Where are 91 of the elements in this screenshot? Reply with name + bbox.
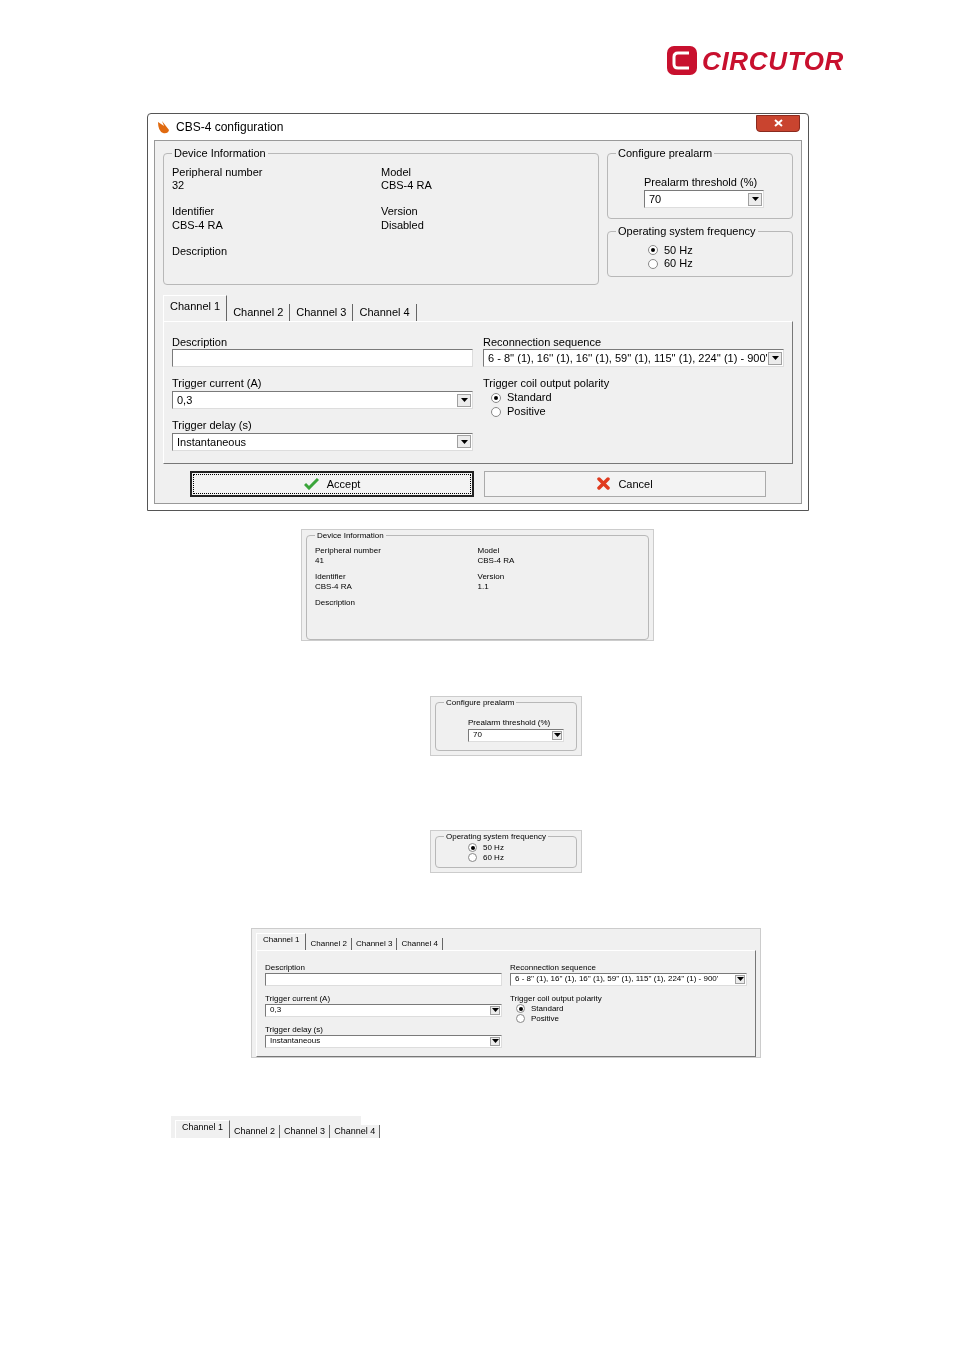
field-label: Trigger coil output polarity [483, 377, 611, 391]
field-label: Reconnection sequence [510, 962, 597, 973]
caret-icon [491, 1008, 499, 1013]
tab[interactable]: Channel 1 [256, 932, 307, 950]
radio-label: 60 Hz [664, 257, 693, 271]
field-label: Trigger current (A) [172, 377, 263, 391]
caret-icon [771, 356, 779, 361]
group-title: Device Information [316, 529, 385, 542]
field-label: Description [265, 962, 306, 973]
dropdown-button[interactable] [768, 351, 782, 365]
input-field[interactable] [265, 972, 502, 986]
caret-icon [553, 733, 561, 738]
radio-button[interactable] [468, 843, 477, 853]
field-value: CBS-4 RA [172, 218, 224, 233]
field-label: Prealarm threshold (%) [468, 716, 552, 729]
cancel-button[interactable]: Cancel [484, 470, 766, 497]
dropdown-field[interactable]: Instantaneous [172, 432, 473, 451]
radio-label: Positive [531, 1013, 559, 1024]
flame-icon [156, 120, 170, 134]
field-label: Trigger delay (s) [265, 1024, 324, 1035]
dropdown-button[interactable] [490, 1036, 500, 1046]
field-label: Version [381, 205, 419, 219]
field-label: Description [172, 244, 229, 259]
field-value: 32 [172, 179, 186, 193]
input-field[interactable] [172, 349, 473, 368]
caret-icon [491, 1039, 499, 1044]
dropdown-field[interactable]: 6 - 8'' (1), 16'' (1), 16'' (1), 59'' (1), 115'' (1), 224'' (1) - 900' [510, 972, 747, 986]
dropdown-field[interactable]: 6 - 8'' (1), 16'' (1), 16'' (1), 59'' (1), 115'' (1), 224'' (1) - 900' [483, 349, 784, 368]
dropdown-field[interactable]: 0,3 [172, 391, 473, 409]
radio-button[interactable] [516, 1004, 525, 1014]
field-label: Description [172, 335, 229, 350]
field-label: Model [477, 545, 501, 556]
field-label: Trigger coil output polarity [510, 993, 603, 1004]
radio-label: 60 Hz [483, 852, 504, 863]
field-value: 41 [315, 555, 325, 566]
caret-icon [751, 197, 759, 201]
group-title: Device Information [173, 146, 267, 161]
caret-icon [460, 439, 468, 444]
radio-label: 50 Hz [483, 842, 504, 853]
field-label: Trigger delay (s) [172, 419, 253, 433]
group-title: Operating system frequency [617, 224, 757, 239]
dropdown-field[interactable]: 0,3 [265, 1003, 502, 1017]
window-title: CBS-4 configuration [176, 119, 284, 136]
field-label: Peripheral number [172, 165, 264, 180]
caret-icon [736, 977, 744, 982]
dropdown-field[interactable]: Instantaneous [265, 1034, 502, 1048]
caret-icon [460, 398, 468, 402]
x-mark-icon [597, 477, 611, 491]
dropdown-field[interactable]: 70 [468, 728, 564, 742]
dropdown-button[interactable] [457, 393, 471, 407]
field-label: Description [315, 597, 356, 608]
checkmark-icon [303, 477, 319, 490]
radio-button[interactable] [648, 259, 658, 270]
radio-button[interactable] [491, 392, 501, 403]
field-label: Reconnection sequence [483, 335, 603, 350]
radio-label: Standard [507, 391, 552, 405]
close-icon [773, 119, 783, 127]
radio-label: Positive [507, 404, 546, 419]
radio-label: Standard [531, 1003, 564, 1014]
dropdown-button[interactable] [457, 435, 471, 449]
field-label: Peripheral number [315, 545, 382, 556]
field-label: Model [381, 165, 412, 180]
dropdown-button[interactable] [552, 730, 562, 740]
radio-label: 50 Hz [664, 243, 693, 258]
logo-icon [666, 45, 699, 76]
group-title: Configure prealarm [617, 146, 714, 161]
dropdown-field[interactable]: 70 [644, 190, 764, 208]
dropdown-button[interactable] [748, 192, 762, 206]
group-title: Configure prealarm [445, 696, 516, 709]
field-label: Prealarm threshold (%) [644, 174, 759, 190]
close-button[interactable] [756, 114, 800, 132]
accept-button[interactable]: Accept [190, 470, 474, 497]
radio-button[interactable] [516, 1014, 525, 1024]
radio-button[interactable] [468, 853, 477, 863]
group-title: Operating system frequency [445, 830, 548, 843]
field-value: Disabled [381, 218, 425, 233]
field-label: Identifier [315, 571, 347, 582]
field-label: Identifier [172, 205, 216, 219]
field-label: Trigger current (A) [265, 993, 332, 1004]
radio-button[interactable] [491, 406, 501, 417]
field-label: Version [477, 571, 506, 582]
field-value: 1.1 [477, 581, 490, 592]
field-value: CBS-4 RA [477, 555, 516, 566]
dropdown-button[interactable] [490, 1005, 500, 1015]
field-value: CBS-4 RA [315, 581, 353, 592]
tab[interactable]: Channel 1 [175, 1119, 231, 1139]
logo-text: CIRCUTOR [702, 47, 844, 74]
tab[interactable]: Channel 1 [163, 295, 228, 321]
field-value: CBS-4 RA [381, 179, 433, 193]
dropdown-button[interactable] [735, 974, 745, 984]
radio-button[interactable] [648, 245, 658, 256]
